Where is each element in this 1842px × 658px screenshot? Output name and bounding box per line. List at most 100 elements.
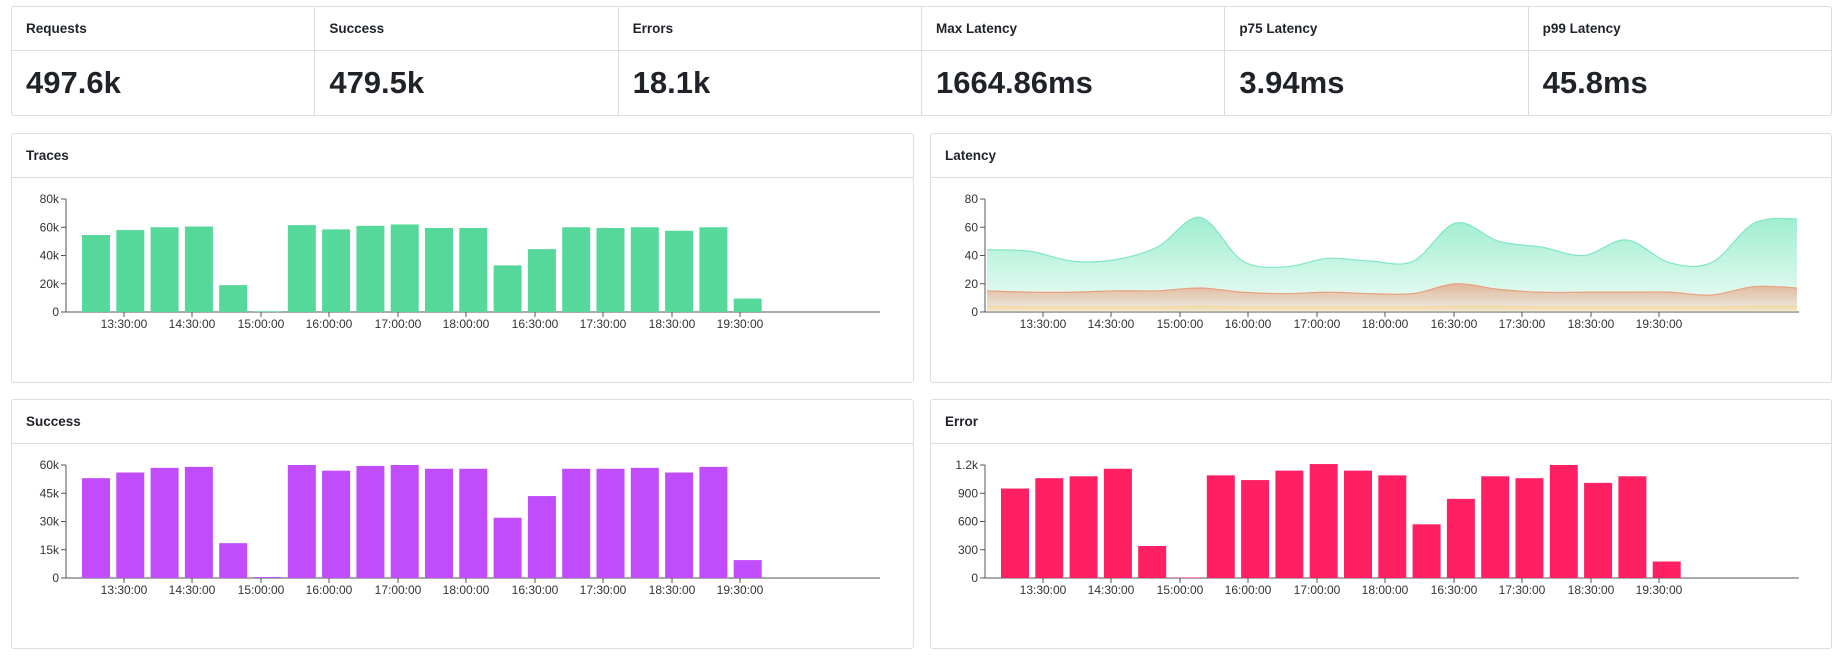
error-panel: Error 0 300 600 900 1.2k 13:30:00 14:30:00 15:0…: [930, 399, 1832, 649]
y-tick-label: 20k: [40, 277, 60, 291]
bar: [150, 467, 179, 578]
stat-value: 45.8ms: [1542, 65, 1648, 100]
bar: [1103, 468, 1132, 578]
bar: [390, 224, 419, 312]
stat-value: 497.6k: [26, 65, 121, 100]
x-tick-label: 16:00:00: [306, 317, 353, 331]
panel-title: Error: [931, 400, 1831, 444]
bar: [184, 226, 213, 312]
area-line: [986, 216, 1798, 268]
stat-value: 3.94ms: [1239, 65, 1345, 100]
bar: [1138, 545, 1167, 578]
x-tick-label: 16:30:00: [1431, 317, 1478, 331]
stat-label: p99 Latency: [1528, 7, 1831, 51]
error-chart: 0 300 600 900 1.2k 13:30:00 14:30:00 15:00:00 16…: [955, 458, 1799, 597]
bar: [562, 227, 591, 312]
y-tick-label: 80k: [40, 192, 60, 206]
bar: [1549, 465, 1578, 578]
bar: [527, 249, 556, 312]
x-tick-label: 15:00:00: [238, 317, 285, 331]
bar: [82, 235, 110, 312]
stat-label: Requests: [12, 7, 315, 51]
x-tick-label: 17:00:00: [1294, 583, 1341, 597]
bar: [1515, 478, 1544, 578]
stat-label: Errors: [618, 7, 921, 51]
bar: [596, 227, 625, 312]
bar: [356, 465, 385, 578]
stat-requests: Requests 497.6k: [12, 7, 316, 115]
bar: [322, 470, 351, 578]
bar: [1446, 498, 1475, 578]
y-tick-label: 20: [965, 277, 979, 291]
stat-label: Success: [315, 7, 618, 51]
x-tick-label: 18:00:00: [1362, 583, 1409, 597]
bar: [253, 311, 282, 312]
stat-success: Success 479.5k: [315, 7, 619, 115]
y-tick-label: 40: [965, 249, 979, 263]
bar: [322, 229, 351, 312]
traces-panel: Traces 0 20k 40k 60k 80k 13:30:00 14:30:00 15:0…: [11, 133, 914, 383]
bar: [1344, 470, 1372, 578]
bar: [287, 465, 316, 578]
y-tick-label: 60k: [40, 458, 60, 472]
x-tick-label: 18:30:00: [649, 583, 696, 597]
panel-title: Success: [12, 400, 913, 444]
x-tick-label: 15:00:00: [1157, 583, 1204, 597]
y-tick-label: 80: [965, 192, 979, 206]
bar: [630, 467, 659, 578]
x-tick-label: 16:00:00: [306, 583, 353, 597]
y-tick-label: 900: [958, 486, 978, 500]
y-tick-label: 0: [971, 571, 978, 585]
bar: [82, 478, 110, 578]
bar: [116, 230, 145, 312]
x-tick-label: 14:30:00: [1088, 317, 1135, 331]
bar: [425, 468, 453, 578]
stat-value: 1664.86ms: [935, 65, 1093, 100]
x-tick-label: 16:30:00: [512, 317, 559, 331]
bar: [1378, 475, 1407, 578]
bar: [733, 298, 762, 312]
panel-title: Latency: [931, 134, 1831, 178]
y-tick-label: 15k: [40, 543, 60, 557]
x-tick-label: 19:30:00: [1636, 317, 1683, 331]
x-tick-label: 18:30:00: [649, 317, 696, 331]
bar: [1412, 524, 1441, 578]
stat-label: p75 Latency: [1225, 7, 1528, 51]
success-panel: Success 0 15k 30k 45k 60k 13:30:00 14:30:00 15:…: [11, 399, 914, 649]
stat-p75-latency: p75 Latency 3.94ms: [1225, 7, 1529, 115]
x-tick-label: 18:00:00: [443, 317, 490, 331]
bar: [1069, 476, 1098, 578]
x-tick-label: 17:30:00: [1499, 583, 1546, 597]
bar: [1309, 464, 1338, 578]
bar: [699, 227, 728, 312]
x-tick-label: 19:30:00: [1636, 583, 1683, 597]
x-tick-label: 16:30:00: [1431, 583, 1478, 597]
bar: [219, 543, 248, 578]
x-tick-label: 15:00:00: [238, 583, 285, 597]
bar: [630, 227, 659, 312]
bar: [219, 285, 248, 312]
x-tick-label: 17:00:00: [375, 583, 422, 597]
bar: [493, 517, 522, 578]
bar: [562, 468, 591, 578]
x-tick-label: 14:30:00: [169, 317, 216, 331]
x-tick-label: 18:30:00: [1568, 317, 1615, 331]
bar: [1172, 577, 1201, 579]
bar: [665, 230, 694, 312]
x-tick-label: 19:30:00: [717, 583, 764, 597]
x-tick-label: 18:00:00: [1362, 317, 1409, 331]
bar: [184, 466, 213, 578]
bar: [459, 227, 488, 312]
bar: [287, 225, 316, 312]
stat-errors: Errors 18.1k: [618, 7, 922, 115]
bar: [1206, 475, 1235, 578]
bar: [527, 496, 556, 578]
x-tick-label: 18:00:00: [443, 583, 490, 597]
x-tick-label: 16:00:00: [1225, 583, 1272, 597]
bar: [1652, 561, 1681, 578]
bar: [493, 265, 522, 312]
bar: [390, 465, 419, 578]
bar: [1001, 488, 1029, 578]
y-tick-label: 60: [965, 220, 979, 234]
y-tick-label: 40k: [40, 249, 60, 263]
